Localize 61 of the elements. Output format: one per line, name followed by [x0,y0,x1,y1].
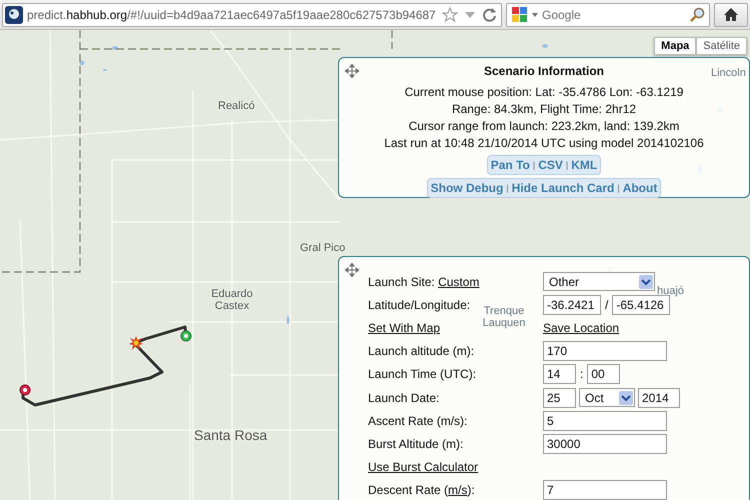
place-label: Eduardo Castex [210,288,254,312]
info-text: Last run at 10:48 21/10/2014 UTC using model 2014102106 [384,135,704,152]
address-bar[interactable]: predict.habhub.org/#!/uuid=b4d9aa721aec6497a5f19aae280c627573b94687 [2,2,502,26]
search-engine-icon [511,6,528,23]
field-label: Ascent Rate (m/s): [368,414,468,428]
label-link[interactable]: Custom [438,274,480,289]
search-icon[interactable] [689,6,705,22]
form-link[interactable]: Set With Map [368,320,440,335]
field-label: Latitude/Longitude: [368,298,470,312]
separator-text: | [564,160,570,170]
separator-text: | [616,183,621,193]
input-field[interactable]: 7 [543,480,667,500]
home-button[interactable] [714,2,748,26]
map-type-button[interactable]: Mapa [654,37,696,55]
move-icon[interactable] [345,263,359,277]
form-link[interactable]: Use Burst Calculator [368,460,478,474]
input-field[interactable]: 170 [543,341,667,362]
burst-marker-icon [129,336,143,350]
dropdown-arrow-icon[interactable] [532,12,538,16]
input-field[interactable]: 25 [543,388,576,408]
field-label: Descent Rate (m/s): [368,483,475,498]
reload-icon[interactable] [482,7,497,22]
panel-title: Scenario Information [484,64,604,78]
field-label: Launch altitude (m): [368,344,474,358]
select-field[interactable]: Other [543,272,655,292]
map-type-button[interactable]: Satélite [696,37,747,55]
info-text: Range: 84.3km, Flight Time: 2hr12 [452,101,636,118]
input-field[interactable]: 00 [587,364,620,384]
info-text: Cursor range from launch: 223.2km, land: 139.2km [408,118,680,135]
site-logo-icon [5,6,23,24]
input-field[interactable]: -65.4126 [612,294,670,315]
search-field[interactable]: Google [506,2,710,26]
launch-marker-icon [180,330,192,342]
input-field[interactable]: 14 [543,364,576,384]
separator-text: | [505,183,510,193]
input-field[interactable]: 2014 [638,388,680,408]
input-field[interactable]: 30000 [543,434,667,454]
input-field[interactable]: -36.2421 [543,294,601,315]
home-icon [723,7,739,22]
place-label: Santa Rosa [194,428,268,443]
landing-marker-icon [19,384,31,396]
form-link[interactable]: Save Location [543,320,620,335]
field-label: Launch Date: [368,390,440,405]
input-field[interactable]: 5 [543,410,667,431]
place-label: Lincoln [711,67,746,79]
info-text: Current mouse position: Lat: -35.4786 Lon: -63.1219 [404,84,684,101]
select-field[interactable]: Oct [579,388,635,408]
place-label: Trenque Lauquen [482,305,526,329]
place-label: huajó [657,285,684,297]
field-label: Burst Altitude (m): [368,436,464,451]
separator-text: / [604,298,610,312]
field-label: Launch Time (UTC): [368,367,476,382]
label-link[interactable]: m/s [448,483,468,498]
place-label: Realicó [218,100,255,112]
url-text: predict.habhub.org/#!/uuid=b4d9aa721aec6497a5f19aae280c627573b94687 [27,8,436,22]
move-icon[interactable] [345,64,359,78]
star-icon[interactable] [442,6,458,22]
place-label: Gral Pico [300,242,346,254]
separator-text: | [532,160,536,170]
field-label: Launch Site: Custom [368,274,480,289]
separator-text: : [579,367,584,382]
